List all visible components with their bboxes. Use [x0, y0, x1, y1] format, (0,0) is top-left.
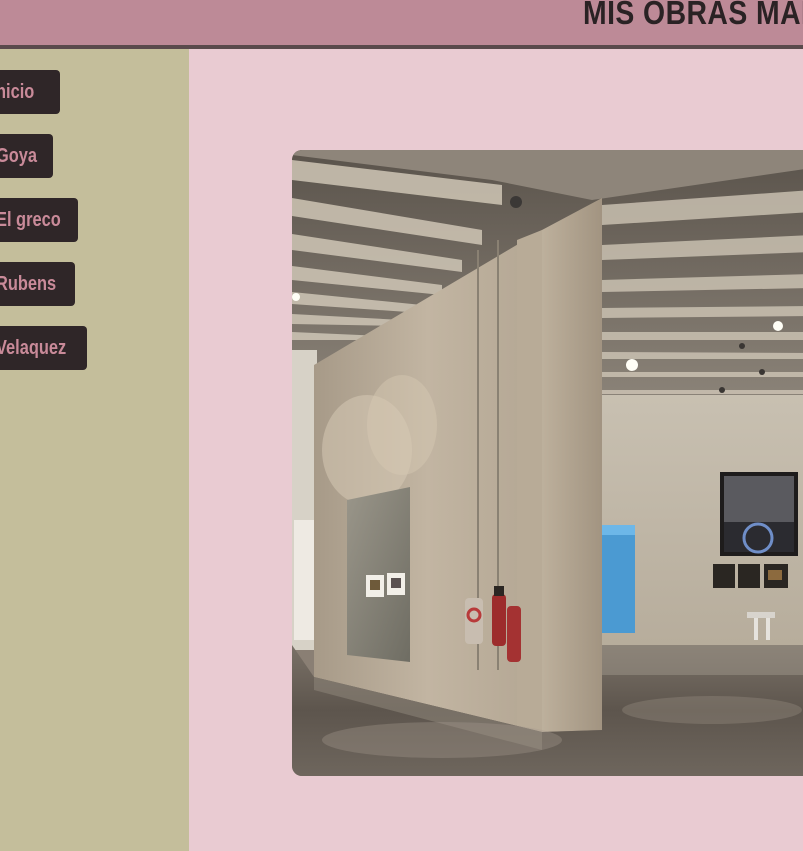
- main-content: [189, 49, 803, 851]
- top-header: MIS OBRAS MAE: [0, 0, 803, 49]
- sidebar-item-goya[interactable]: Goya: [0, 134, 53, 178]
- sidebar-item-el-greco[interactable]: El greco: [0, 198, 78, 242]
- sidebar-item-label: El greco: [0, 209, 61, 231]
- gallery-photo: [292, 150, 803, 776]
- sidebar-item-label: Velaquez: [0, 337, 67, 359]
- gallery-photo-drawing: [292, 150, 803, 776]
- sidebar-item-label: Rubens: [0, 273, 57, 295]
- sidebar-item-rubens[interactable]: Rubens: [0, 262, 75, 306]
- sidebar-item-label: nicio: [0, 81, 35, 103]
- sidebar-nav: nicio Goya El greco Rubens Velaquez: [0, 49, 189, 851]
- sidebar-item-label: Goya: [0, 145, 38, 167]
- sidebar-item-velaquez[interactable]: Velaquez: [0, 326, 87, 370]
- sidebar-item-inicio[interactable]: nicio: [0, 70, 60, 114]
- site-title: MIS OBRAS MAE: [583, 0, 803, 31]
